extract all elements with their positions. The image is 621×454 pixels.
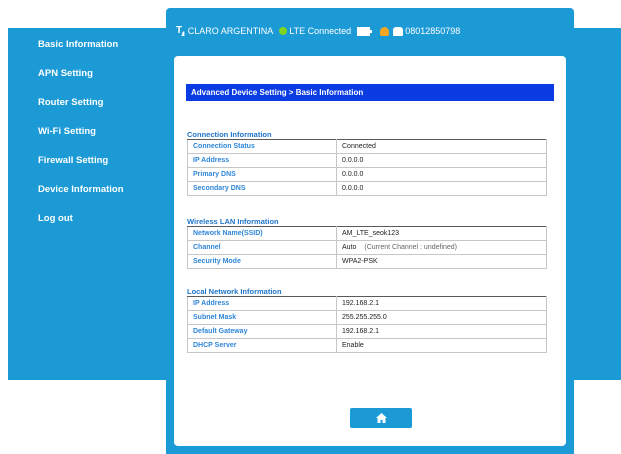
row-value: 192.168.2.1	[336, 324, 547, 339]
table-row: DHCP Server Enable	[187, 338, 547, 353]
row-value: 0.0.0.0	[336, 153, 547, 168]
row-label: Subnet Mask	[187, 310, 337, 325]
row-label: Default Gateway	[187, 324, 337, 339]
channel-mode: Auto	[342, 244, 357, 251]
connection-table: Connection Status Connected IP Address 0…	[187, 139, 547, 196]
connection-section-title: Connection Information	[187, 130, 272, 139]
phone-icon	[393, 26, 404, 36]
right-band	[574, 28, 621, 380]
table-row: Subnet Mask 255.255.255.0	[187, 310, 547, 325]
network-status: LTE Connected	[289, 26, 352, 36]
table-row: Default Gateway 192.168.2.1	[187, 324, 547, 339]
breadcrumb: Advanced Device Setting > Basic Informat…	[186, 84, 554, 101]
content-panel: Advanced Device Setting > Basic Informat…	[174, 56, 566, 446]
table-row: Secondary DNS 0.0.0.0	[187, 181, 547, 196]
carrier-name: CLARO ARGENTINA	[187, 26, 274, 36]
sidebar-item-device-information[interactable]: Device Information	[8, 175, 168, 204]
status-bar: T.ıll CLARO ARGENTINA LTE Connected 0801…	[176, 24, 460, 38]
sidebar-item-apn-setting[interactable]: APN Setting	[8, 59, 168, 88]
table-row: IP Address 192.168.2.1	[187, 296, 547, 311]
sidebar-item-log-out[interactable]: Log out	[8, 204, 168, 233]
sidebar-nav: Basic Information APN Setting Router Set…	[8, 28, 168, 233]
phone-number: 08012850798	[405, 26, 461, 36]
row-label: Channel	[187, 240, 337, 255]
wireless-section-title: Wireless LAN Information	[187, 217, 279, 226]
row-label: DHCP Server	[187, 338, 337, 353]
sidebar-item-basic-information[interactable]: Basic Information	[8, 30, 168, 59]
row-label: Secondary DNS	[187, 181, 337, 196]
row-value: 255.255.255.0	[336, 310, 547, 325]
ssid-value: AM_LTE_seok123	[336, 226, 547, 241]
main-frame: T.ıll CLARO ARGENTINA LTE Connected 0801…	[166, 8, 574, 454]
row-value: 0.0.0.0	[336, 181, 547, 196]
channel-value: Auto (Current Channel : undefined)	[336, 240, 547, 255]
table-row: Security Mode WPA2-PSK	[187, 254, 547, 269]
sidebar-item-firewall-setting[interactable]: Firewall Setting	[8, 146, 168, 175]
row-value: 192.168.2.1	[336, 296, 547, 311]
row-label: Connection Status	[187, 139, 337, 154]
table-row: Primary DNS 0.0.0.0	[187, 167, 547, 182]
signal-icon: T.ıll	[176, 24, 185, 38]
row-label: IP Address	[187, 153, 337, 168]
table-row: Connection Status Connected	[187, 139, 547, 154]
row-label: Primary DNS	[187, 167, 337, 182]
row-value: 0.0.0.0	[336, 167, 547, 182]
table-row: IP Address 0.0.0.0	[187, 153, 547, 168]
home-icon	[375, 413, 387, 423]
row-label: IP Address	[187, 296, 337, 311]
table-row: Network Name(SSID) AM_LTE_seok123	[187, 226, 547, 241]
sidebar-item-wifi-setting[interactable]: Wi-Fi Setting	[8, 117, 168, 146]
battery-icon	[357, 26, 373, 36]
row-value: Enable	[336, 338, 547, 353]
sidebar-item-router-setting[interactable]: Router Setting	[8, 88, 168, 117]
home-button[interactable]	[350, 408, 412, 428]
row-label: Network Name(SSID)	[187, 226, 337, 241]
row-label: Security Mode	[187, 254, 337, 269]
security-value: WPA2-PSK	[336, 254, 547, 269]
row-value: Connected	[336, 139, 547, 154]
table-row: Channel Auto (Current Channel : undefined…	[187, 240, 547, 255]
local-section-title: Local Network Information	[187, 287, 282, 296]
wireless-table: Network Name(SSID) AM_LTE_seok123 Channe…	[187, 226, 547, 269]
people-icon	[380, 26, 390, 36]
local-network-table: IP Address 192.168.2.1 Subnet Mask 255.2…	[187, 296, 547, 353]
channel-note: (Current Channel : undefined)	[364, 244, 458, 251]
connected-dot-icon	[279, 27, 288, 35]
